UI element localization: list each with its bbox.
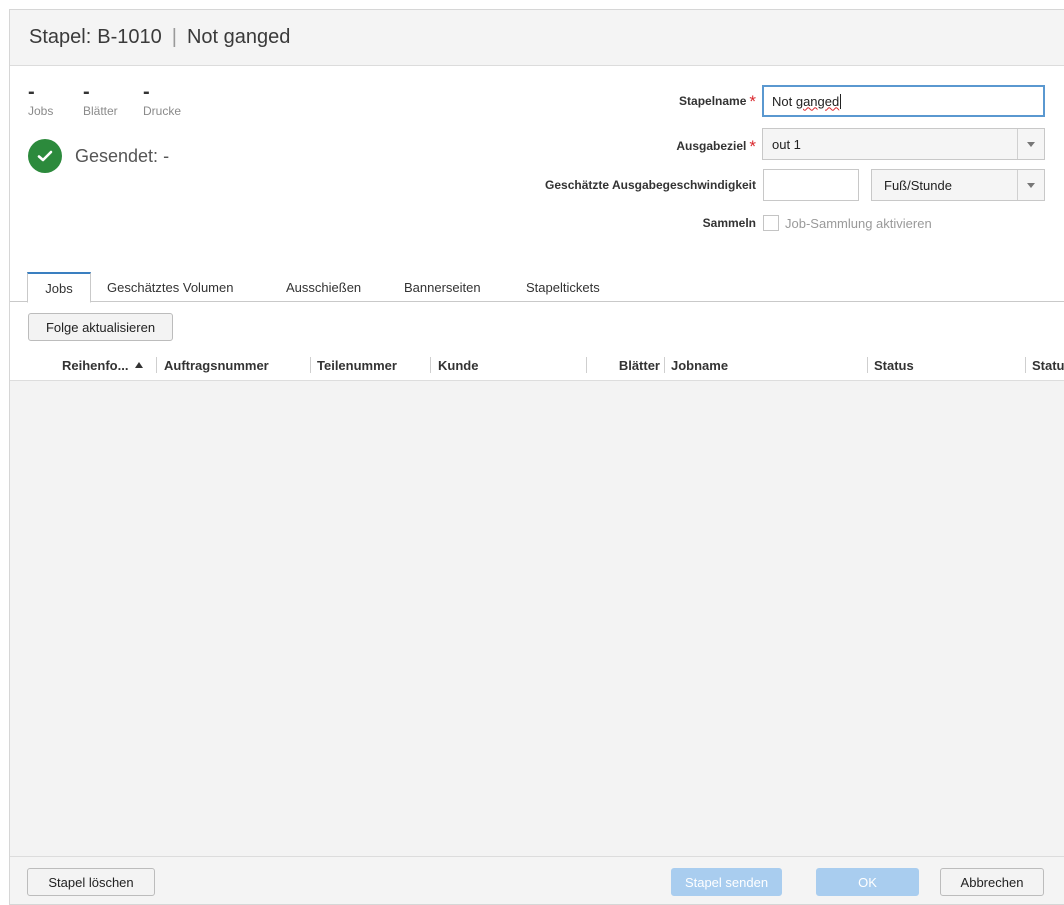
column-divider[interactable] bbox=[867, 357, 868, 373]
column-header-part-number-label: Teilenummer bbox=[317, 357, 397, 373]
column-header-part-number[interactable]: Teilenummer bbox=[317, 349, 427, 381]
speed-label-text: Geschätzte Ausgabegeschwindigkeit bbox=[545, 178, 756, 192]
title-separator: | bbox=[171, 26, 177, 48]
column-divider[interactable] bbox=[310, 357, 311, 373]
tab-estimated-volume-label: Geschätztes Volumen bbox=[107, 279, 234, 295]
column-header-order-label: Reihenfo... bbox=[62, 357, 129, 373]
required-marker: * bbox=[749, 92, 756, 111]
column-header-order-number[interactable]: Auftragsnummer bbox=[164, 349, 304, 381]
batch-id: B-1010 bbox=[97, 26, 162, 48]
batch-name-value-a: Not bbox=[772, 93, 796, 109]
check-circle-icon bbox=[28, 139, 62, 173]
delete-batch-label: Stapel löschen bbox=[48, 874, 134, 890]
column-divider[interactable] bbox=[156, 357, 157, 373]
collect-checkbox[interactable] bbox=[763, 215, 779, 231]
column-divider[interactable] bbox=[430, 357, 431, 373]
batch-name-title: Not ganged bbox=[186, 26, 291, 48]
stat-jobs: - Jobs bbox=[28, 82, 53, 118]
column-divider[interactable] bbox=[1025, 357, 1026, 373]
column-header-job-name-label: Jobname bbox=[671, 357, 729, 373]
tab-banner-pages[interactable]: Bannerseiten bbox=[404, 272, 481, 302]
sent-text: Gesendet: - bbox=[75, 146, 169, 167]
stat-sheets: - Blätter bbox=[83, 82, 118, 118]
cancel-label: Abbrechen bbox=[960, 874, 1024, 890]
stat-sheets-label: Blätter bbox=[83, 104, 118, 118]
column-divider[interactable] bbox=[586, 357, 587, 373]
column-header-status[interactable]: Status bbox=[874, 349, 1014, 381]
dialog-footer: Stapel löschen Stapel senden OK Abbreche… bbox=[10, 856, 1064, 904]
column-divider[interactable] bbox=[664, 357, 665, 373]
jobs-table-header: Reihenfo... Auftragsnummer Teilenummer K… bbox=[10, 349, 1064, 381]
stat-prints-value: - bbox=[143, 81, 150, 103]
tab-imposition-label: Ausschießen bbox=[286, 279, 362, 295]
speed-input[interactable] bbox=[763, 169, 859, 201]
sent-value: - bbox=[163, 145, 170, 166]
column-header-customer[interactable]: Kunde bbox=[438, 349, 578, 381]
cancel-button[interactable]: Abbrechen bbox=[940, 868, 1044, 896]
title-prefix: Stapel: bbox=[29, 26, 92, 48]
update-order-button[interactable]: Folge aktualisieren bbox=[28, 313, 173, 341]
ok-button[interactable]: OK bbox=[816, 868, 919, 896]
output-target-label-text: Ausgabeziel bbox=[676, 139, 747, 153]
column-header-customer-label: Kunde bbox=[438, 357, 479, 373]
dialog-header: Stapel: B-1010 | Not ganged bbox=[10, 10, 1064, 66]
output-target-label: Ausgabeziel * bbox=[676, 135, 756, 156]
stat-prints: - Drucke bbox=[143, 82, 181, 118]
jobs-table-body bbox=[10, 381, 1064, 856]
sort-ascending-icon bbox=[135, 362, 144, 368]
column-header-sheets-label: Blätter bbox=[618, 357, 660, 373]
speed-unit-select[interactable]: Fuß/Stunde bbox=[871, 169, 1045, 201]
batch-name-label: Stapelname * bbox=[679, 90, 756, 111]
sent-status: Gesendet: - bbox=[28, 139, 169, 173]
tab-batch-tickets-label: Stapeltickets bbox=[526, 279, 600, 295]
stat-jobs-value: - bbox=[28, 81, 35, 103]
text-caret bbox=[840, 93, 842, 109]
batch-dialog: Stapel: B-1010 | Not ganged - Jobs - Blä… bbox=[9, 9, 1064, 905]
output-target-select[interactable]: out 1 bbox=[762, 128, 1045, 160]
chevron-down-icon[interactable] bbox=[1017, 170, 1044, 200]
column-header-order-number-label: Auftragsnummer bbox=[164, 357, 269, 373]
delete-batch-button[interactable]: Stapel löschen bbox=[27, 868, 155, 896]
collect-label: Sammeln bbox=[703, 216, 756, 230]
speed-label: Geschätzte Ausgabegeschwindigkeit bbox=[545, 178, 756, 192]
column-header-job-name[interactable]: Jobname bbox=[671, 349, 861, 381]
column-header-order[interactable]: Reihenfo... bbox=[62, 349, 158, 381]
column-header-status-2[interactable]: Statu bbox=[1032, 349, 1064, 381]
batch-name-value-b: ganged bbox=[795, 93, 840, 109]
tab-estimated-volume[interactable]: Geschätztes Volumen bbox=[107, 272, 233, 302]
send-batch-button[interactable]: Stapel senden bbox=[671, 868, 782, 896]
stat-sheets-value: - bbox=[83, 81, 90, 103]
tab-batch-tickets[interactable]: Stapeltickets bbox=[526, 272, 600, 302]
tab-banner-pages-label: Bannerseiten bbox=[404, 279, 481, 295]
required-marker: * bbox=[749, 137, 756, 156]
collect-checkbox-label: Job-Sammlung aktivieren bbox=[785, 215, 932, 231]
column-header-sheets[interactable]: Blätter bbox=[590, 349, 660, 381]
send-batch-label: Stapel senden bbox=[684, 874, 769, 890]
speed-unit-value: Fuß/Stunde bbox=[884, 177, 952, 193]
batch-name-input[interactable]: Not ganged bbox=[762, 85, 1045, 117]
output-target-value: out 1 bbox=[772, 136, 801, 152]
update-order-label: Folge aktualisieren bbox=[45, 319, 156, 335]
chevron-down-icon[interactable] bbox=[1017, 129, 1044, 159]
collect-option: Job-Sammlung aktivieren bbox=[763, 215, 932, 231]
ok-label: OK bbox=[858, 874, 877, 890]
tab-jobs[interactable]: Jobs bbox=[27, 272, 91, 303]
tab-imposition[interactable]: Ausschießen bbox=[286, 272, 361, 302]
stat-prints-label: Drucke bbox=[143, 104, 182, 118]
sent-label: Gesendet: bbox=[75, 145, 159, 166]
stat-jobs-label: Jobs bbox=[28, 104, 54, 118]
tab-bar: Jobs Geschätztes Volumen Ausschießen Ban… bbox=[10, 272, 1064, 303]
tab-jobs-label: Jobs bbox=[45, 280, 73, 296]
batch-name-label-text: Stapelname bbox=[679, 94, 747, 108]
column-header-status-2-label: Statu bbox=[1032, 357, 1064, 373]
collect-label-text: Sammeln bbox=[702, 216, 756, 230]
column-header-status-label: Status bbox=[874, 357, 914, 373]
